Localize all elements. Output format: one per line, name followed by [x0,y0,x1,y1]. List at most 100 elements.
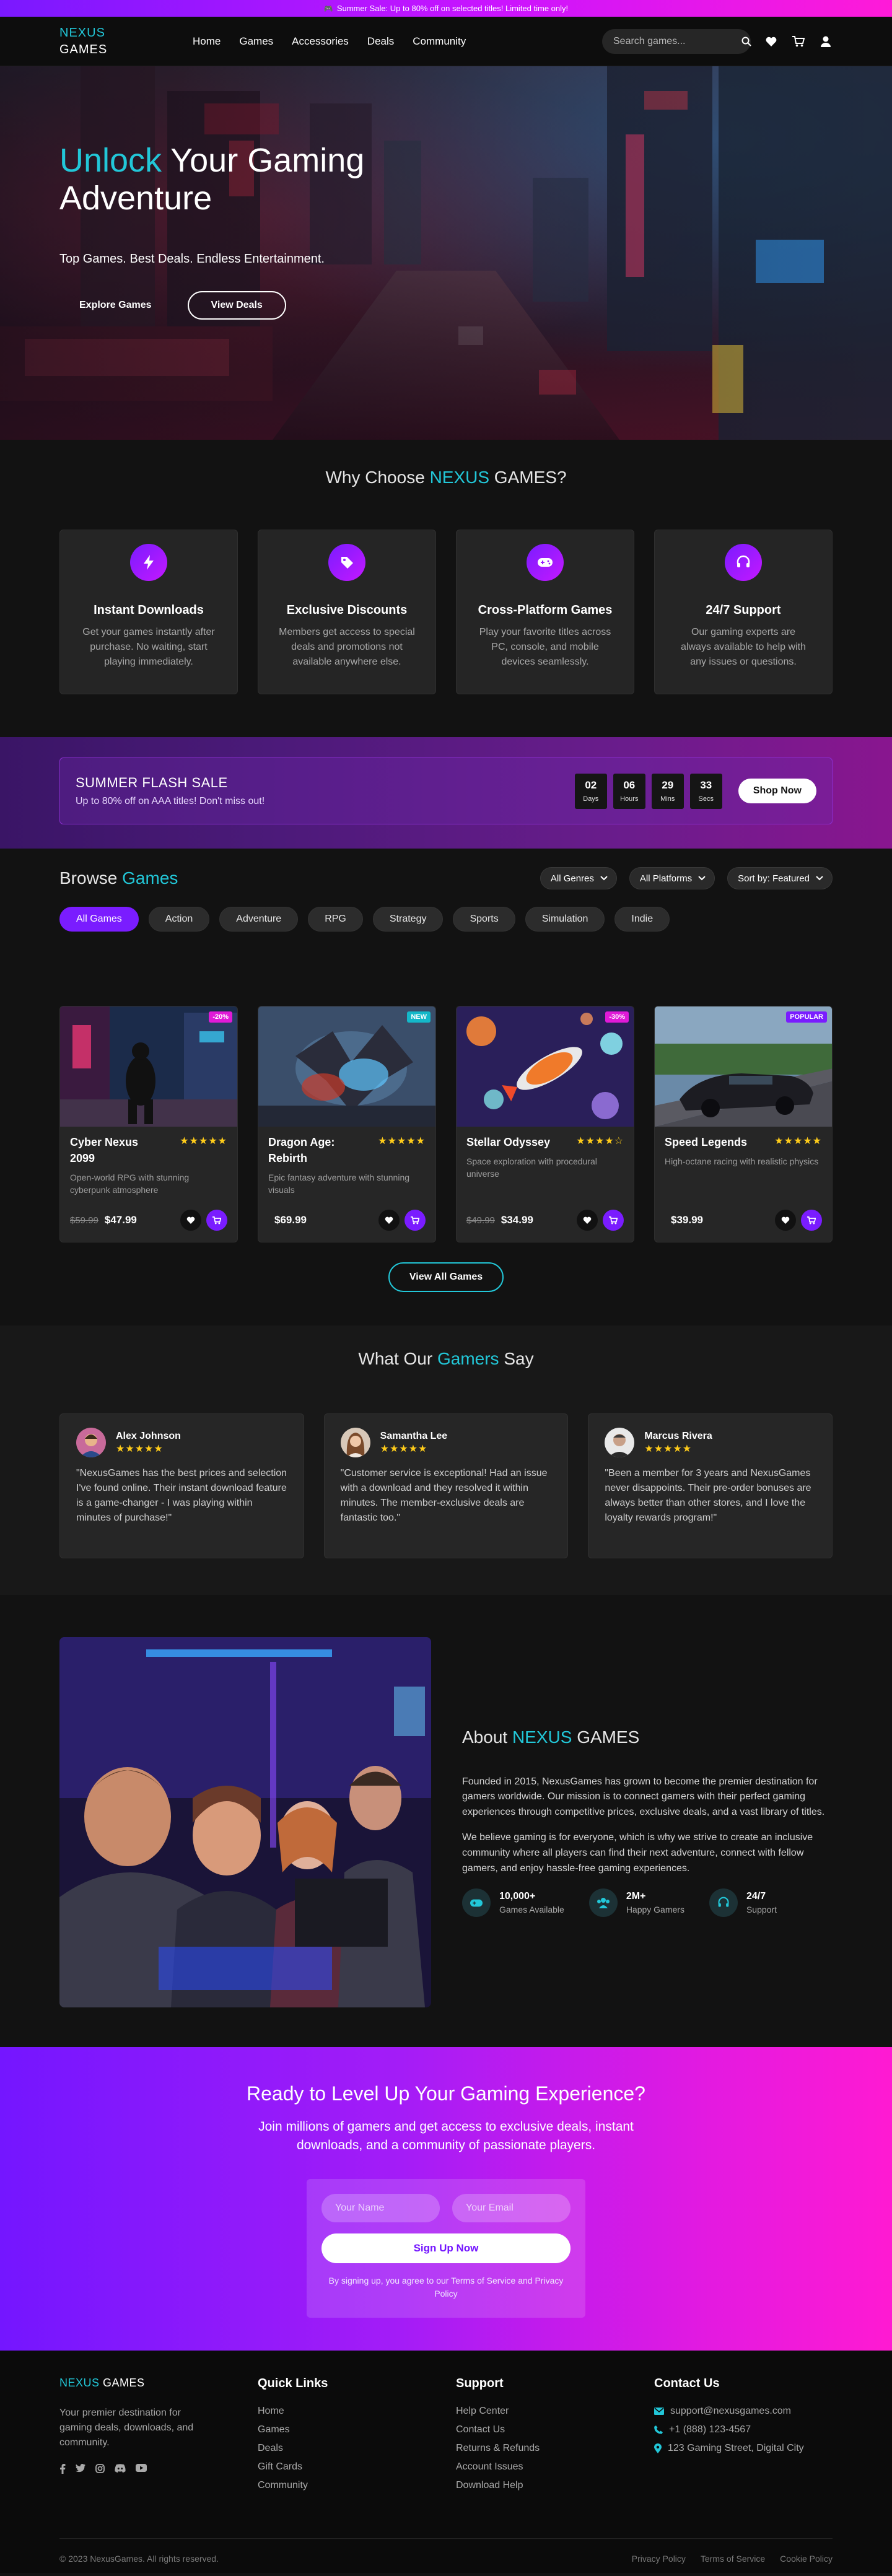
email-field[interactable] [452,2193,571,2222]
wishlist-heart-icon[interactable] [180,1210,201,1231]
cookie-policy-link[interactable]: Cookie Policy [780,2554,833,2564]
facebook-icon[interactable] [59,2464,66,2474]
promo-banner: 🎮 Summer Sale: Up to 80% off on selected… [0,0,892,17]
platform-filter-select[interactable]: All Platforms [629,867,715,889]
nav-community[interactable]: Community [413,35,466,48]
footer-link-home[interactable]: Home [258,2406,456,2417]
location-pin-icon [654,2443,662,2453]
contact-address-text: 123 Gaming Street, Digital City [668,2443,804,2453]
user-icon[interactable] [819,35,833,48]
add-to-cart-icon[interactable] [404,1210,426,1231]
search-icon[interactable] [741,37,751,46]
sign-up-button[interactable]: Sign Up Now [321,2233,571,2263]
feature-card: Exclusive Discounts Members get access t… [258,530,436,694]
game-card[interactable]: POPULAR Speed Legends ★★★★★ High-octane … [654,1006,833,1242]
nav-games[interactable]: Games [239,35,273,48]
instagram-icon[interactable] [95,2464,105,2474]
stat-support: 24/7 Support [709,1888,777,1918]
logo-bottom: GAMES [59,43,108,56]
footer-link-games[interactable]: Games [258,2424,456,2435]
stat-label: Games Available [499,1905,564,1915]
footer-link-returns[interactable]: Returns & Refunds [456,2443,654,2454]
footer-link-gift-cards[interactable]: Gift Cards [258,2461,456,2473]
countdown-mins: 29 Mins [651,773,684,809]
support-title: Support [456,2377,504,2390]
add-to-cart-icon[interactable] [206,1210,227,1231]
footer-link-contact-us[interactable]: Contact Us [456,2424,654,2435]
bolt-icon [130,544,167,581]
footer-link-download-help[interactable]: Download Help [456,2480,654,2491]
promo-text: Summer Sale: Up to 80% off on selected t… [336,4,569,13]
explore-games-button[interactable]: Explore Games [59,292,172,318]
wishlist-heart-icon[interactable] [378,1210,400,1231]
about-section: About NEXUS GAMES Founded in 2015, Nexus… [0,1595,892,2047]
category-rpg[interactable]: RPG [308,907,363,932]
contact-email[interactable]: support@nexusgames.com [654,2406,833,2417]
cart-icon[interactable] [792,35,805,48]
game-card[interactable]: -20% Cyber Nexus 2099 ★★★★★ Open-world R… [59,1006,238,1242]
category-indie[interactable]: Indie [614,907,670,932]
category-sports[interactable]: Sports [453,907,515,932]
heart-icon[interactable] [764,35,778,48]
privacy-policy-link[interactable]: Privacy Policy [632,2554,686,2564]
footer-link-deals[interactable]: Deals [258,2443,456,2454]
category-simulation[interactable]: Simulation [525,907,605,932]
testimonial-card: Alex Johnson ★★★★★ "NexusGames has the b… [59,1413,304,1558]
sort-value: Sort by: Featured [738,873,810,884]
view-all-games-button[interactable]: View All Games [388,1262,504,1292]
game-description: Open-world RPG with stunning cyberpunk a… [70,1172,190,1195]
twitter-icon[interactable] [76,2464,85,2474]
contact-phone[interactable]: +1 (888) 123-4567 [654,2424,833,2435]
hero-section: Unlock Your Gaming Adventure Top Games. … [0,66,892,440]
game-card[interactable]: NEW Dragon Age: Rebirth ★★★★★ Epic fanta… [258,1006,436,1242]
nav-home[interactable]: Home [193,35,221,48]
discord-icon[interactable] [115,2464,126,2474]
footer-link-help-center[interactable]: Help Center [456,2406,654,2417]
platform-filter-value: All Platforms [639,873,693,884]
shop-now-button[interactable]: Shop Now [738,779,816,803]
terms-of-service-link[interactable]: Terms of Service [701,2554,765,2564]
view-deals-button[interactable]: View Deals [187,291,286,320]
countdown-timer: 02 Days 06 Hours 29 Mins 33 Secs [574,773,722,809]
wishlist-heart-icon[interactable] [775,1210,796,1231]
discount-badge: -20% [209,1011,232,1023]
browse-title-accent: Games [122,868,178,888]
why-title-post: GAMES? [489,468,567,487]
nav-deals[interactable]: Deals [367,35,394,48]
game-grid: -20% Cyber Nexus 2099 ★★★★★ Open-world R… [59,1006,833,1242]
browse-title: Browse Games [59,868,178,888]
game-card[interactable]: -30% Stellar Odyssey ★★★★☆ Space explora… [456,1006,634,1242]
game-title[interactable]: Dragon Age: Rebirth [268,1134,361,1166]
countdown-unit: Days [583,795,599,803]
category-action[interactable]: Action [148,907,210,932]
footer-link-account-issues[interactable]: Account Issues [456,2461,654,2473]
hero-title-accent: Unlock [59,142,162,179]
game-title[interactable]: Stellar Odyssey [466,1134,559,1150]
stat-value: 10,000+ [499,1891,536,1902]
countdown-value: 02 [585,779,597,791]
testimonials-title: What Our Gamers Say [59,1325,833,1369]
category-strategy[interactable]: Strategy [372,907,444,932]
search-input[interactable] [613,36,741,47]
youtube-icon[interactable] [136,2464,147,2474]
sort-select[interactable]: Sort by: Featured [727,867,833,889]
star-rating: ★★★★★ [380,1443,428,1454]
category-adventure[interactable]: Adventure [219,907,299,932]
category-all-games[interactable]: All Games [59,907,139,932]
footer-link-community[interactable]: Community [258,2480,456,2491]
footer-logo[interactable]: NEXUS GAMES [59,2377,258,2390]
nav-accessories[interactable]: Accessories [292,35,349,48]
browse-title-pre: Browse [59,868,123,888]
genre-filter-select[interactable]: All Genres [540,867,617,889]
game-title[interactable]: Cyber Nexus 2099 [70,1134,163,1166]
game-title[interactable]: Speed Legends [665,1134,758,1150]
wishlist-heart-icon[interactable] [577,1210,598,1231]
add-to-cart-icon[interactable] [603,1210,624,1231]
logo[interactable]: NEXUS GAMES [59,25,193,58]
avatar [76,1428,106,1457]
feature-text: Members get access to special deals and … [279,627,415,667]
add-to-cart-icon[interactable] [801,1210,822,1231]
phone-icon [654,2425,663,2434]
name-field[interactable] [321,2193,440,2222]
envelope-icon [654,2408,664,2415]
